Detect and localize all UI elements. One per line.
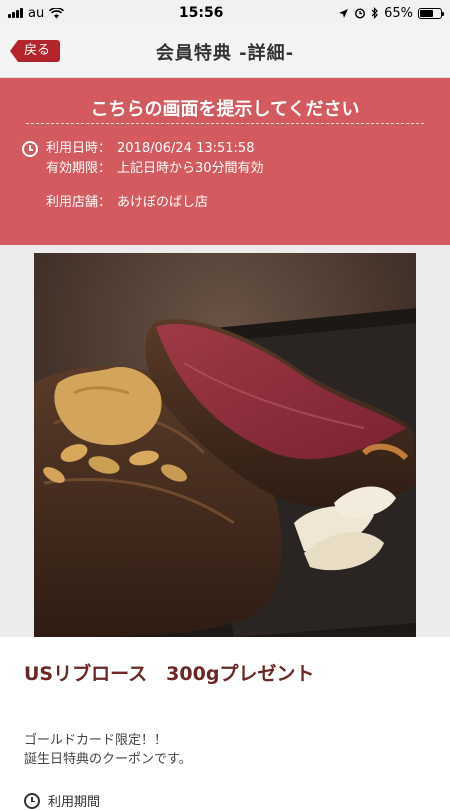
nav-bar: 戻る 会員特典 -詳細- xyxy=(0,26,450,78)
status-left: au xyxy=(8,5,65,21)
store-row: 利用店舗： あけぼのばし店 xyxy=(22,193,428,213)
banner-title: こちらの画面を提示してください xyxy=(90,99,360,120)
store-value: あけぼのばし店 xyxy=(117,195,209,210)
wifi-icon xyxy=(49,7,65,18)
expiry-value: 上記日時から30分間有効 xyxy=(117,161,264,176)
steak-illustration xyxy=(34,253,416,637)
steak-photo xyxy=(34,253,416,637)
battery-icon xyxy=(417,7,444,19)
expiry-label: 有効期限： xyxy=(46,161,112,176)
signal-icon xyxy=(8,8,23,18)
coupon-description: ゴールドカード限定！！ 誕生日特典のクーポンです。 xyxy=(0,705,450,775)
bluetooth-icon xyxy=(371,7,378,19)
clock-icon xyxy=(24,792,40,809)
used-at-label: 利用日時： xyxy=(46,141,112,156)
back-button[interactable]: 戻る xyxy=(10,40,61,62)
coupon-desc-line-1: ゴールドカード限定！！ xyxy=(24,733,168,748)
status-time: 15:56 xyxy=(178,5,224,21)
usage-period: 利用期間 xyxy=(0,775,450,810)
status-right: 65% xyxy=(338,5,444,21)
back-button-label: 戻る xyxy=(18,40,61,62)
coupon-image-area xyxy=(0,245,450,637)
clock-icon xyxy=(22,141,38,157)
used-at-row: 利用日時： 2018/06/24 13:51:58 xyxy=(22,139,428,159)
back-arrow-icon xyxy=(10,40,18,62)
location-icon xyxy=(339,8,349,18)
store-label: 利用店舗： xyxy=(46,195,112,210)
coupon-desc-line-2: 誕生日特典のクーポンです。 xyxy=(24,752,192,767)
coupon-headline: USリブロース 300gプレゼント xyxy=(24,663,315,685)
page-title: 会員特典 -詳細- xyxy=(155,42,295,64)
status-bar: au 15:56 65% xyxy=(0,0,450,26)
used-at-value: 2018/06/24 13:51:58 xyxy=(117,141,255,156)
usage-info: 利用日時： 2018/06/24 13:51:58 有効期限： 上記日時から30… xyxy=(22,124,428,213)
battery-percent: 65% xyxy=(384,5,413,21)
expiry-row: 有効期限： 上記日時から30分間有効 xyxy=(22,159,428,179)
present-banner: こちらの画面を提示してください 利用日時： 2018/06/24 13:51:5… xyxy=(0,78,450,245)
usage-period-label: 利用期間 xyxy=(48,795,101,810)
alarm-icon xyxy=(355,8,366,19)
carrier-label: au xyxy=(28,5,45,21)
